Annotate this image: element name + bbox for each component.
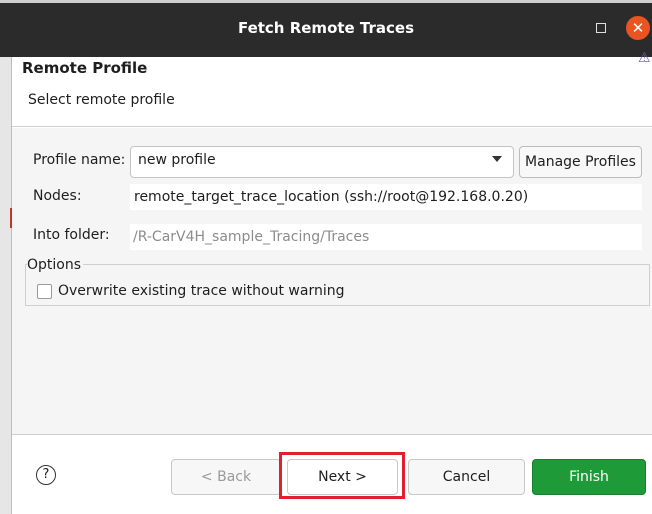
back-button[interactable]: < Back xyxy=(171,459,281,495)
cancel-button[interactable]: Cancel xyxy=(408,459,525,495)
overwrite-checkbox[interactable] xyxy=(37,284,52,299)
options-legend: Options xyxy=(27,257,84,273)
window-title: Fetch Remote Traces xyxy=(237,19,415,37)
maximize-icon[interactable] xyxy=(596,23,606,33)
chevron-down-icon[interactable] xyxy=(492,156,502,162)
overwrite-checkbox-label[interactable]: Overwrite existing trace without warning xyxy=(58,283,344,299)
close-icon[interactable]: ✕ xyxy=(626,16,650,40)
background-ide-strip xyxy=(0,57,11,514)
into-folder-value: /R-CarV4H_sample_Tracing/Traces xyxy=(133,229,370,245)
profile-name-label: Profile name: xyxy=(33,152,126,168)
page-title: Remote Profile xyxy=(22,59,148,77)
help-icon[interactable]: ? xyxy=(36,465,56,485)
page-description: Select remote profile xyxy=(28,92,175,108)
into-folder-label: Into folder: xyxy=(33,227,110,243)
profile-name-value: new profile xyxy=(138,152,216,168)
highlight-annotation xyxy=(279,452,405,499)
nodes-value: remote_target_trace_location (ssh://root… xyxy=(134,189,529,205)
nodes-label: Nodes: xyxy=(33,188,82,204)
finish-button[interactable]: Finish xyxy=(532,459,646,495)
warning-icon: ⚠ xyxy=(638,50,651,66)
manage-profiles-button[interactable]: Manage Profiles xyxy=(519,146,642,178)
